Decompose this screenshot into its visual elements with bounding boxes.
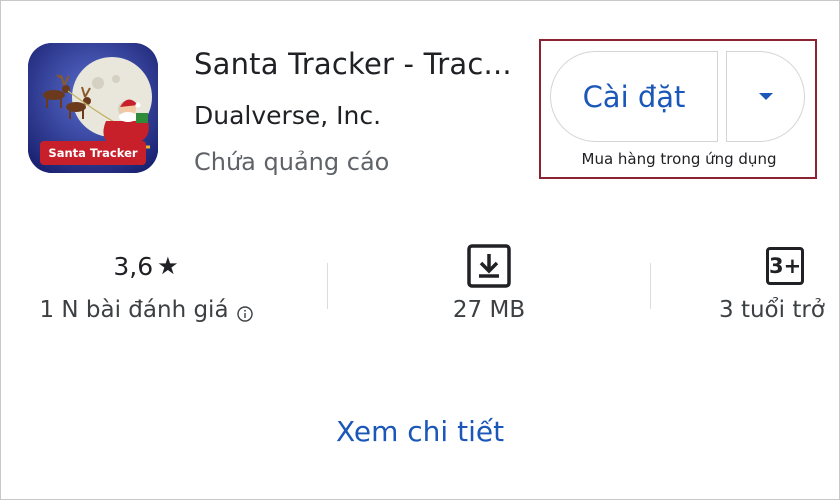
install-button[interactable]: Cài đặt [550, 51, 718, 142]
in-app-purchase-note: Mua hàng trong ứng dụng [581, 150, 777, 168]
reviews-count-label: 1 N bài đánh giá [39, 297, 229, 323]
app-title: Santa Tracker - Trac... [194, 47, 512, 81]
rating-value: 3,6 [113, 251, 154, 281]
stats-divider [650, 263, 651, 309]
app-icon-caption: Santa Tracker [40, 141, 146, 165]
info-icon[interactable] [236, 302, 253, 322]
age-rating-stat[interactable]: 3+ 3 tuổi trở [706, 243, 839, 333]
app-size-label: 27 MB [452, 297, 526, 323]
stats-divider [327, 263, 328, 309]
install-button-label: Cài đặt [582, 79, 686, 114]
rating-stat[interactable]: 3,6 ★ 1 N bài đánh giá [21, 243, 271, 333]
app-listing-page: Santa Tracker Santa Tracker - Trac... Du… [0, 0, 840, 500]
size-stat: 27 MB [379, 243, 599, 333]
ads-notice: Chứa quảng cáo [194, 148, 390, 176]
age-rating-badge: 3+ [766, 247, 804, 285]
caret-down-icon [758, 92, 773, 100]
star-icon: ★ [157, 252, 179, 280]
download-icon [467, 244, 511, 288]
developer-link[interactable]: Dualverse, Inc. [194, 101, 381, 130]
app-icon: Santa Tracker [28, 43, 158, 173]
see-details-link[interactable]: Xem chi tiết [1, 415, 839, 448]
age-rating-label: 3 tuổi trở [719, 297, 825, 323]
